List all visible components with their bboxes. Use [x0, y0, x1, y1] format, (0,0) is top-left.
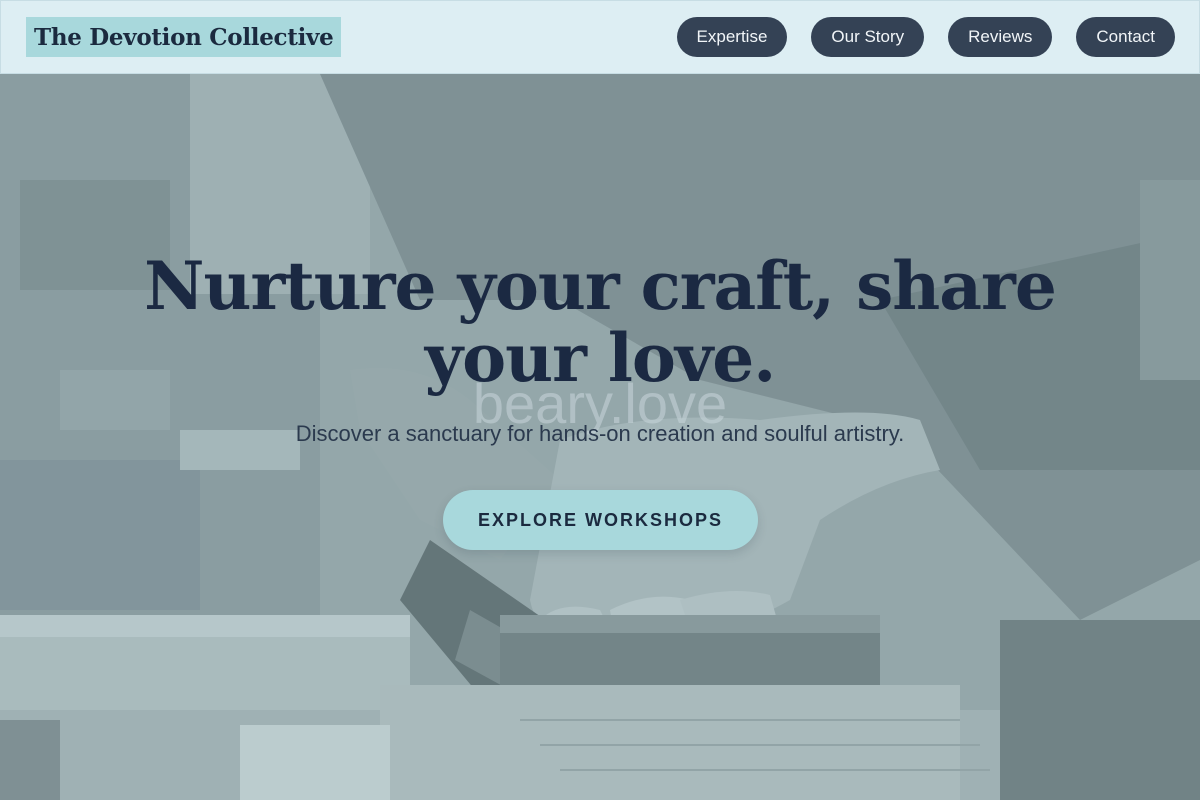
nav-our-story-button[interactable]: Our Story: [811, 17, 925, 57]
site-logo[interactable]: The Devotion Collective: [26, 17, 342, 57]
explore-workshops-button[interactable]: EXPLORE WORKSHOPS: [443, 490, 758, 550]
nav-expertise-button[interactable]: Expertise: [676, 17, 788, 57]
nav-contact-button[interactable]: Contact: [1076, 17, 1175, 57]
nav-reviews-button[interactable]: Reviews: [948, 17, 1053, 57]
main-nav: Expertise Our Story Reviews Contact: [676, 17, 1175, 57]
page: The Devotion Collective Expertise Our St…: [0, 0, 1200, 800]
hero-section: beary.love Nurture your craft, share you…: [0, 0, 1200, 800]
site-header: The Devotion Collective Expertise Our St…: [0, 0, 1200, 74]
hero-subtitle: Discover a sanctuary for hands-on creati…: [295, 421, 905, 446]
hero-title: Nurture your craft, share your love.: [144, 247, 1057, 397]
